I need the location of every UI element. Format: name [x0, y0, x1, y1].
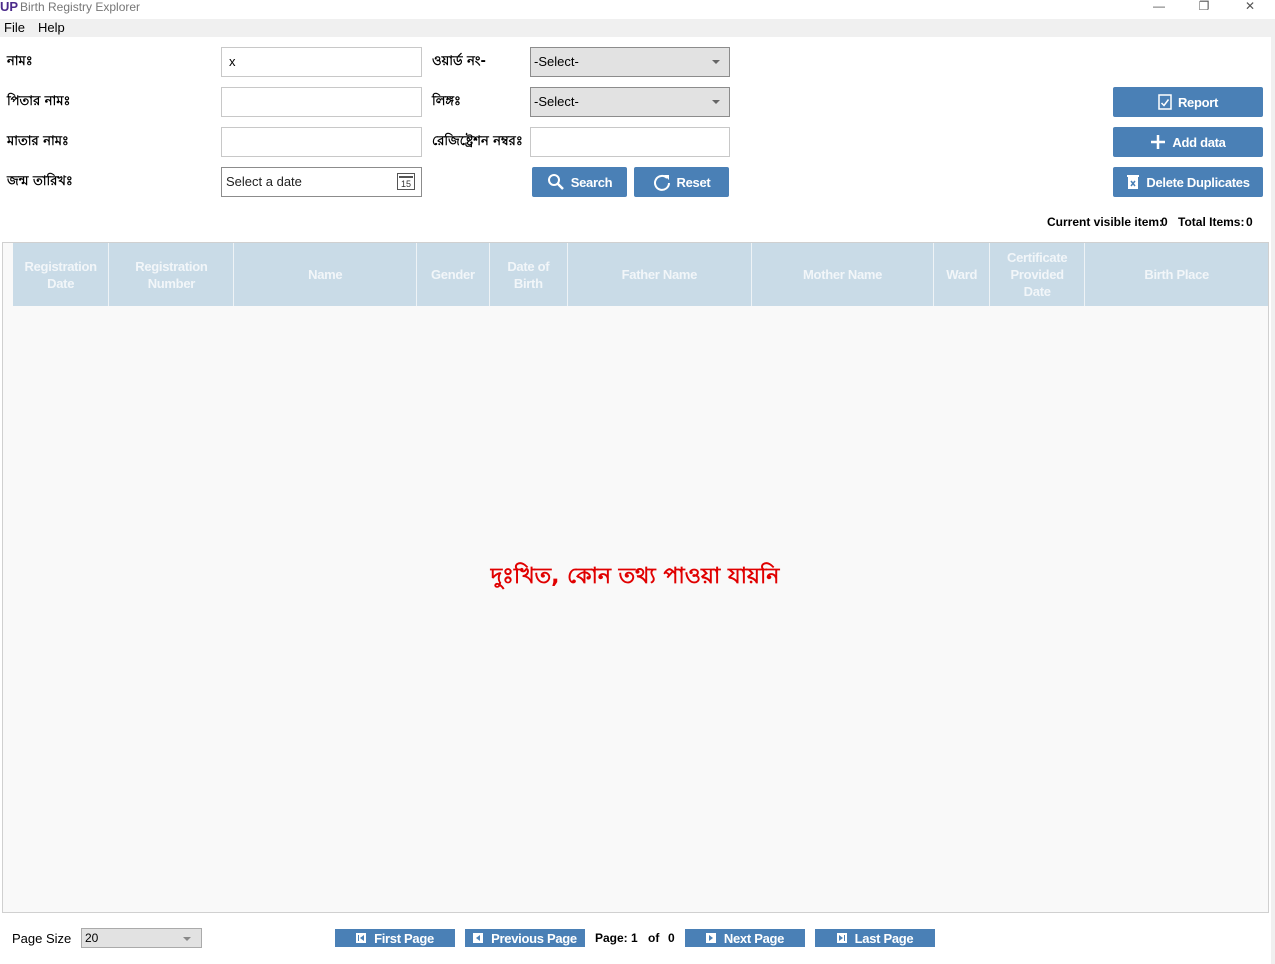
last-page-label: Last Page — [854, 930, 914, 946]
father-name-input[interactable] — [221, 87, 422, 117]
birth-date-placeholder: Select a date — [226, 174, 302, 189]
column-header-father-name[interactable]: Father Name — [568, 243, 752, 306]
add-data-button-label: Add data — [1172, 134, 1226, 150]
search-icon — [547, 174, 564, 190]
window-title: Birth Registry Explorer — [20, 0, 141, 14]
current-page: 1 — [631, 931, 638, 945]
column-header-gender[interactable]: Gender — [417, 243, 490, 306]
gender-select[interactable]: -Select- — [530, 87, 730, 117]
mother-name-input[interactable] — [221, 127, 422, 157]
previous-page-label: Previous Page — [491, 930, 577, 946]
close-button[interactable]: ✕ — [1227, 0, 1273, 14]
add-data-button[interactable]: Add data — [1113, 127, 1263, 157]
name-label: নামঃ — [7, 54, 33, 69]
menu-file[interactable]: File — [4, 20, 25, 36]
window-edge — [1271, 37, 1275, 964]
total-count-label: Total Items: — [1178, 215, 1245, 229]
reset-button[interactable]: Reset — [634, 167, 729, 197]
page-size-label: Page Size — [12, 931, 72, 946]
restore-button[interactable]: ❐ — [1181, 0, 1227, 14]
search-button[interactable]: Search — [532, 167, 627, 197]
ward-select[interactable]: -Select- — [530, 47, 730, 77]
gender-select-value: -Select- — [534, 94, 579, 109]
title-bar — [0, 0, 1275, 19]
delete-duplicates-button-label: Delete Duplicates — [1146, 174, 1250, 190]
next-page-icon — [705, 933, 716, 943]
birth-date-picker[interactable]: Select a date 15 — [221, 167, 422, 197]
birth-date-label: জন্ম তারিখঃ — [7, 174, 73, 189]
previous-page-button[interactable]: Previous Page — [465, 929, 585, 947]
column-header-birth-place[interactable]: Birth Place — [1085, 243, 1268, 306]
column-header-ward[interactable]: Ward — [934, 243, 991, 306]
ward-label: ওয়ার্ড নং- — [432, 54, 486, 69]
column-header-mother-name[interactable]: Mother Name — [752, 243, 935, 306]
reset-button-label: Reset — [676, 174, 711, 190]
search-button-label: Search — [570, 174, 613, 190]
total-pages: 0 — [668, 931, 675, 945]
column-header-certificate-provided-date[interactable]: Certificate Provided Date — [990, 243, 1086, 306]
next-page-button[interactable]: Next Page — [685, 929, 805, 947]
column-header-date-of-birth[interactable]: Date of Birth — [490, 243, 569, 306]
previous-page-icon — [473, 933, 484, 943]
grid-header: Registration Date Registration Number Name… — [13, 243, 1268, 306]
menu-help[interactable]: Help — [38, 20, 65, 36]
ward-select-value: -Select- — [534, 54, 579, 69]
chevron-down-icon — [183, 937, 191, 941]
first-page-label: First Page — [374, 930, 434, 946]
mother-name-label: মাতার নামঃ — [7, 134, 69, 149]
first-page-icon — [356, 933, 367, 943]
chevron-down-icon — [712, 100, 720, 104]
visible-count-label: Current visible item: — [1047, 215, 1164, 229]
trash-icon — [1127, 175, 1140, 189]
menu-bar — [0, 19, 1275, 37]
minimize-button[interactable]: — — [1136, 0, 1182, 14]
column-header-registration-date[interactable]: Registration Date — [13, 243, 110, 306]
delete-duplicates-button[interactable]: Delete Duplicates — [1113, 167, 1263, 197]
page-size-value: 20 — [85, 931, 99, 945]
refresh-icon — [653, 174, 670, 191]
page-size-select[interactable]: 20 — [81, 928, 202, 948]
empty-message: দুঃখিত, কোন তথ্য পাওয়া যায়নি — [490, 564, 780, 589]
total-count-value: 0 — [1246, 215, 1253, 229]
page-of-label: of — [648, 931, 660, 945]
name-input[interactable]: x — [221, 47, 422, 77]
gender-label: লিঙ্গঃ — [432, 94, 461, 109]
visible-count-value: 0 — [1161, 215, 1168, 229]
report-button-label: Report — [1177, 94, 1219, 110]
last-page-button[interactable]: Last Page — [815, 929, 935, 947]
last-page-icon — [836, 933, 847, 943]
father-name-label: পিতার নামঃ — [7, 94, 71, 109]
calendar-icon[interactable]: 15 — [397, 173, 415, 190]
registration-number-input[interactable] — [530, 127, 730, 157]
report-icon — [1158, 94, 1172, 110]
column-header-registration-number[interactable]: Registration Number — [109, 243, 235, 306]
first-page-button[interactable]: First Page — [335, 929, 455, 947]
column-header-name[interactable]: Name — [234, 243, 418, 306]
plus-icon — [1151, 135, 1166, 149]
report-button[interactable]: Report — [1113, 87, 1263, 117]
app-logo-icon: UP — [0, 0, 19, 14]
page-label: Page: — [595, 931, 628, 945]
next-page-label: Next Page — [723, 930, 785, 946]
chevron-down-icon — [712, 60, 720, 64]
registration-number-label: রেজিষ্ট্রেশন নম্বরঃ — [432, 134, 523, 149]
